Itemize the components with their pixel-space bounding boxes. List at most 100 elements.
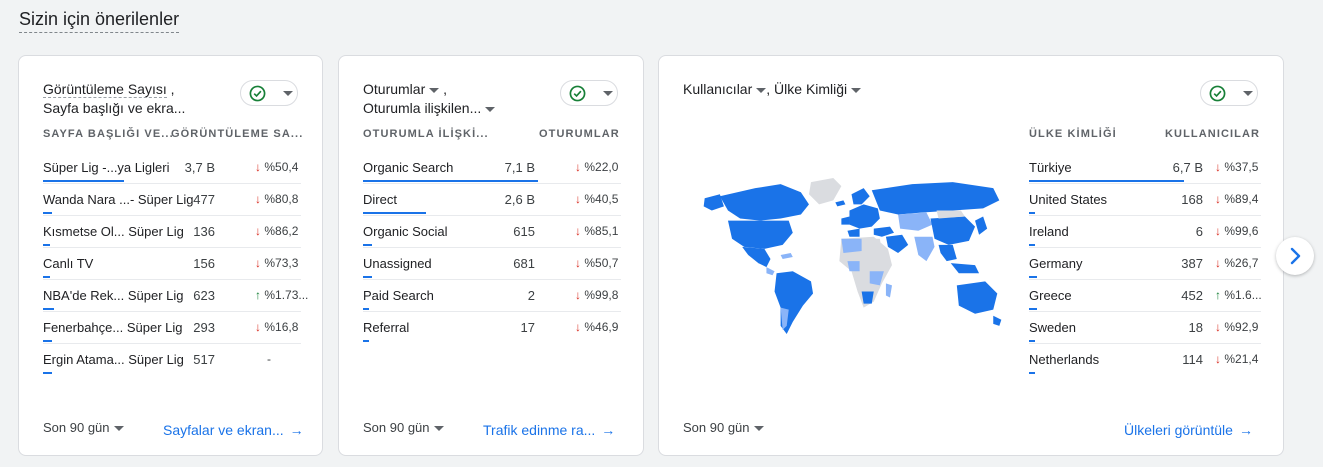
row-change: ↓ %16,8	[255, 320, 298, 334]
row-value: 114	[1182, 352, 1203, 367]
row-label: Direct	[363, 192, 397, 207]
row-value: 452	[1181, 288, 1203, 303]
change-value: %1.6...	[1224, 288, 1262, 302]
row-label: Organic Social	[363, 224, 448, 239]
chevron-down-icon	[113, 426, 124, 432]
arrow-up-icon: ↑	[1215, 288, 1225, 302]
change-value: %50,4	[264, 160, 299, 174]
row-change: ↓ %22,0	[575, 160, 618, 174]
row-change: ↓ %99,8	[575, 288, 618, 302]
row-change: ↓ %99,6	[1215, 224, 1258, 238]
date-range-dropdown[interactable]: Son 90 gün	[363, 420, 444, 435]
arrow-down-icon: ↓	[1215, 320, 1225, 334]
table-row[interactable]: Greece 452 ↑ %1.6...	[1029, 280, 1262, 312]
table-row[interactable]: Canlı TV 156 ↓ %73,3	[43, 248, 301, 280]
change-value: %16,8	[264, 320, 299, 334]
change-value: -	[267, 352, 271, 366]
view-countries-link[interactable]: Ülkeleri görüntüle →	[1124, 422, 1253, 438]
table-row[interactable]: United States 168 ↓ %89,4	[1029, 184, 1261, 216]
row-label: Wanda Nara ...- Süper Lig	[43, 192, 193, 207]
change-value: %46,9	[584, 320, 619, 334]
date-range-dropdown[interactable]: Son 90 gün	[683, 420, 764, 435]
row-change: ↓ %26,7	[1215, 256, 1258, 270]
table-row[interactable]: Türkiye 6,7 B ↓ %37,5	[1029, 152, 1261, 184]
table-row[interactable]: Fenerbahçe... Süper Lig 293 ↓ %16,8	[43, 312, 301, 344]
row-value: 136	[193, 224, 215, 239]
row-value: 6	[1195, 224, 1203, 239]
arrow-down-icon: ↓	[1215, 160, 1225, 174]
dimension-label[interactable]: Oturumla ilişkilen...	[363, 100, 481, 116]
row-value: 6,7 B	[1172, 160, 1203, 175]
table-row[interactable]: Paid Search 2 ↓ %99,8	[363, 280, 621, 312]
row-label: Ergin Atama... Süper Lig	[43, 352, 184, 367]
share-bar	[363, 276, 372, 278]
table-row[interactable]: Wanda Nara ...- Süper Lig 477 ↓ %80,8	[43, 184, 301, 216]
card-title[interactable]: Oturumlar , Oturumla ilişkilen...	[363, 80, 496, 118]
row-label: United States	[1029, 192, 1108, 207]
arrow-down-icon: ↓	[575, 192, 585, 206]
table-row[interactable]: Sweden 18 ↓ %92,9	[1029, 312, 1261, 344]
arrow-down-icon: ↓	[575, 320, 585, 334]
status-dropdown[interactable]	[560, 80, 618, 106]
table-row[interactable]: Netherlands 114 ↓ %21,4	[1029, 344, 1261, 376]
view-traffic-link[interactable]: Trafik edinme ra... →	[483, 422, 615, 438]
card-title[interactable]: Kullanıcılar, Ülke Kimliği	[683, 80, 862, 99]
arrow-down-icon: ↓	[1215, 224, 1225, 238]
chevron-down-icon	[603, 91, 613, 96]
table-row[interactable]: Ireland 6 ↓ %99,6	[1029, 216, 1261, 248]
row-change: ↓ %40,5	[575, 192, 618, 206]
share-bar	[1029, 308, 1037, 310]
table-row[interactable]: Referral 17 ↓ %46,9	[363, 312, 621, 344]
section-title: Sizin için önerilenler	[19, 9, 180, 33]
change-value: %22,0	[584, 160, 619, 174]
column-header-dimension[interactable]: ÜLKE KİMLİĞİ	[1029, 128, 1117, 140]
table-row[interactable]: Direct 2,6 B ↓ %40,5	[363, 184, 621, 216]
row-label: Sweden	[1029, 320, 1076, 335]
table-row[interactable]: Germany 387 ↓ %26,7	[1029, 248, 1261, 280]
row-change: ↓ %92,9	[1215, 320, 1258, 334]
date-range-dropdown[interactable]: Son 90 gün	[43, 420, 124, 435]
row-value: 2,6 B	[504, 192, 535, 207]
row-label: Kısmetse Ol... Süper Lig	[43, 224, 184, 239]
status-dropdown[interactable]	[240, 80, 298, 106]
row-value: 2	[527, 288, 535, 303]
table-row[interactable]: NBA'de Rek... Süper Lig 623 ↑ %1.73...	[43, 280, 308, 312]
column-header-metric[interactable]: OTURUMLAR	[539, 128, 620, 140]
change-value: %86,2	[264, 224, 299, 238]
row-change: ↓ %50,7	[575, 256, 618, 270]
column-header-dimension[interactable]: OTURUMLA İLİŞKİ...	[363, 128, 489, 140]
table-row[interactable]: Süper Lig -...ya Ligleri 3,7 B ↓ %50,4	[43, 152, 301, 184]
arrow-down-icon: ↓	[575, 224, 585, 238]
row-value: 477	[193, 192, 215, 207]
row-label: Fenerbahçe... Süper Lig	[43, 320, 183, 335]
row-label: Canlı TV	[43, 256, 94, 271]
table-row[interactable]: Kısmetse Ol... Süper Lig 136 ↓ %86,2	[43, 216, 301, 248]
metric-label[interactable]: Görüntüleme Sayısı	[43, 81, 167, 98]
status-dropdown[interactable]	[1200, 80, 1258, 106]
table-row[interactable]: Ergin Atama... Süper Lig 517 -	[43, 344, 301, 376]
card-title[interactable]: Görüntüleme Sayısı , Sayfa başlığı ve ek…	[43, 80, 185, 118]
table-row[interactable]: Organic Social 615 ↓ %85,1	[363, 216, 621, 248]
share-bar	[43, 212, 52, 214]
dimension-label[interactable]: Sayfa başlığı ve ekra...	[43, 100, 185, 116]
chevron-down-icon	[851, 87, 862, 93]
table-row[interactable]: Organic Search 7,1 B ↓ %22,0	[363, 152, 621, 184]
view-pages-link[interactable]: Sayfalar ve ekran... →	[163, 422, 304, 438]
change-value: %21,4	[1224, 352, 1259, 366]
row-change: ↓ %21,4	[1215, 352, 1258, 366]
check-circle-icon	[569, 85, 586, 102]
column-header-metric[interactable]: KULLANICILAR	[1165, 128, 1260, 140]
arrow-down-icon: ↓	[575, 256, 585, 270]
arrow-down-icon: ↓	[255, 224, 265, 238]
change-value: %1.73...	[264, 288, 309, 302]
metric-label[interactable]: Oturumlar	[363, 81, 425, 97]
column-header-metric[interactable]: GÖRÜNTÜLEME SA...	[171, 128, 303, 140]
card-countries: Kullanıcılar, Ülke Kimliği ÜLKE KİMLİĞİ …	[658, 55, 1284, 456]
card-sessions: Oturumlar , Oturumla ilişkilen... OTURUM…	[338, 55, 644, 456]
metric-label[interactable]: Kullanıcılar	[683, 81, 752, 97]
arrow-down-icon: ↓	[255, 320, 265, 334]
column-header-dimension[interactable]: SAYFA BAŞLIĞI VE...	[43, 128, 174, 140]
world-map[interactable]	[699, 174, 1004, 336]
table-row[interactable]: Unassigned 681 ↓ %50,7	[363, 248, 621, 280]
next-cards-button[interactable]	[1276, 237, 1314, 275]
